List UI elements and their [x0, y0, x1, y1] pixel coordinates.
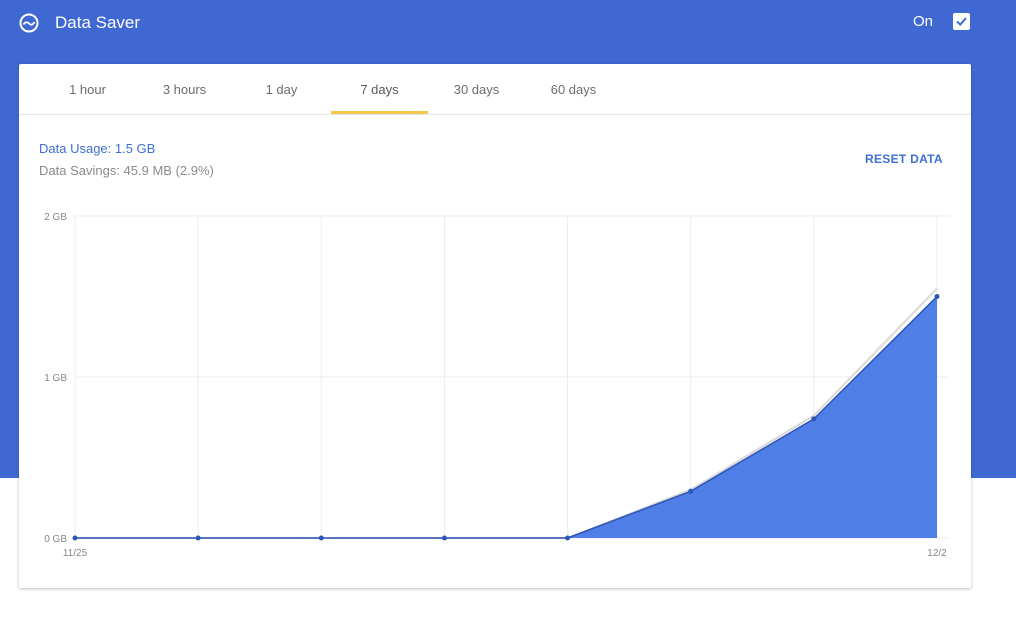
usage-point	[72, 535, 78, 541]
y-tick-label: 1 GB	[44, 373, 67, 384]
usage-point	[195, 535, 201, 541]
usage-point	[934, 294, 940, 299]
data-usage-card: 1 hour 3 hours 1 day 7 days 30 days 60 d…	[19, 64, 971, 588]
usage-point	[811, 416, 817, 422]
data-saver-icon	[18, 12, 40, 34]
y-tick-label: 0 GB	[44, 534, 67, 545]
toggle-label: On	[913, 13, 934, 30]
page-title: Data Saver	[55, 13, 141, 32]
usage-point	[688, 488, 694, 494]
usage-point	[318, 535, 324, 541]
usage-point	[441, 535, 447, 541]
data-saver-checkbox[interactable]	[953, 13, 970, 30]
x-tick-label-last: 12/2	[927, 548, 947, 559]
app-header: Data Saver On	[0, 0, 1016, 46]
x-tick-label-first: 11/25	[63, 548, 88, 559]
usage-area	[75, 296, 937, 538]
usage-chart: 0 GB 1 GB 2 GB 11/25 12/2	[44, 212, 949, 559]
y-tick-label: 2 GB	[44, 212, 67, 223]
checkmark-icon	[956, 17, 967, 27]
usage-point	[565, 535, 571, 541]
